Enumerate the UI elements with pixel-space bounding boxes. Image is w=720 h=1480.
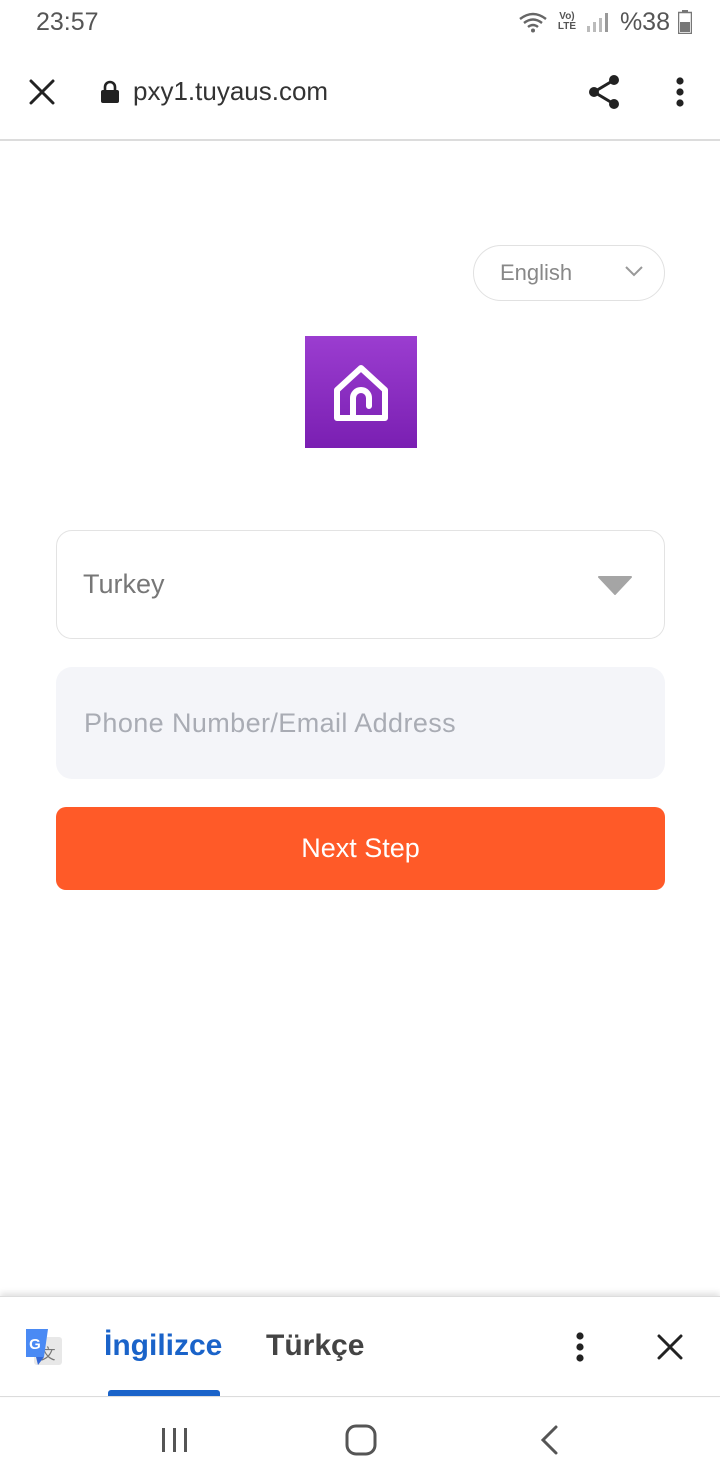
battery-percent: %38 xyxy=(619,7,670,36)
app-logo xyxy=(305,336,417,448)
share-icon xyxy=(589,75,619,109)
chevron-down-icon xyxy=(625,266,643,277)
system-nav-bar xyxy=(0,1398,720,1480)
country-select[interactable]: Turkey xyxy=(56,530,665,639)
share-button[interactable] xyxy=(584,72,624,112)
close-icon xyxy=(657,1334,683,1360)
back-icon[interactable] xyxy=(538,1424,560,1456)
country-select-value: Turkey xyxy=(83,569,165,599)
google-translate-icon[interactable]: 文 G xyxy=(22,1327,64,1369)
network-type: Vo) LTE xyxy=(557,11,577,32)
caret-down-icon xyxy=(598,576,632,595)
translate-close-button[interactable] xyxy=(652,1329,688,1365)
translate-menu-button[interactable] xyxy=(566,1327,594,1367)
close-icon xyxy=(29,79,55,105)
translate-tab-target[interactable]: Türkçe xyxy=(266,1329,364,1363)
svg-text:G: G xyxy=(29,1336,41,1353)
smart-home-icon xyxy=(334,365,388,421)
battery-icon xyxy=(678,10,692,34)
status-icons: Vo) LTE %38 xyxy=(518,6,692,38)
active-tab-indicator xyxy=(108,1390,220,1396)
more-vert-icon xyxy=(576,1332,584,1362)
lock-icon xyxy=(101,80,119,103)
recent-apps-icon[interactable] xyxy=(158,1426,192,1454)
status-time: 23:57 xyxy=(36,8,99,36)
more-vert-icon xyxy=(676,77,684,107)
signal-icon xyxy=(586,13,608,32)
phone-email-input[interactable] xyxy=(56,667,665,779)
address-bar-url[interactable]: pxy1.tuyaus.com xyxy=(133,76,328,107)
language-select-value: English xyxy=(500,260,573,285)
browser-toolbar: pxy1.tuyaus.com xyxy=(0,44,720,141)
next-step-button[interactable]: Next Step xyxy=(56,807,665,890)
home-icon[interactable] xyxy=(345,1424,377,1456)
language-select[interactable]: English xyxy=(473,245,665,301)
status-bar: 23:57 Vo) LTE %38 xyxy=(0,0,720,44)
browser-menu-button[interactable] xyxy=(664,72,696,112)
translate-tab-source[interactable]: İngilizce xyxy=(104,1329,222,1363)
wifi-icon xyxy=(519,12,547,33)
translate-bar: 文 G İngilizce Türkçe xyxy=(0,1296,720,1397)
close-tab-button[interactable] xyxy=(24,74,60,110)
